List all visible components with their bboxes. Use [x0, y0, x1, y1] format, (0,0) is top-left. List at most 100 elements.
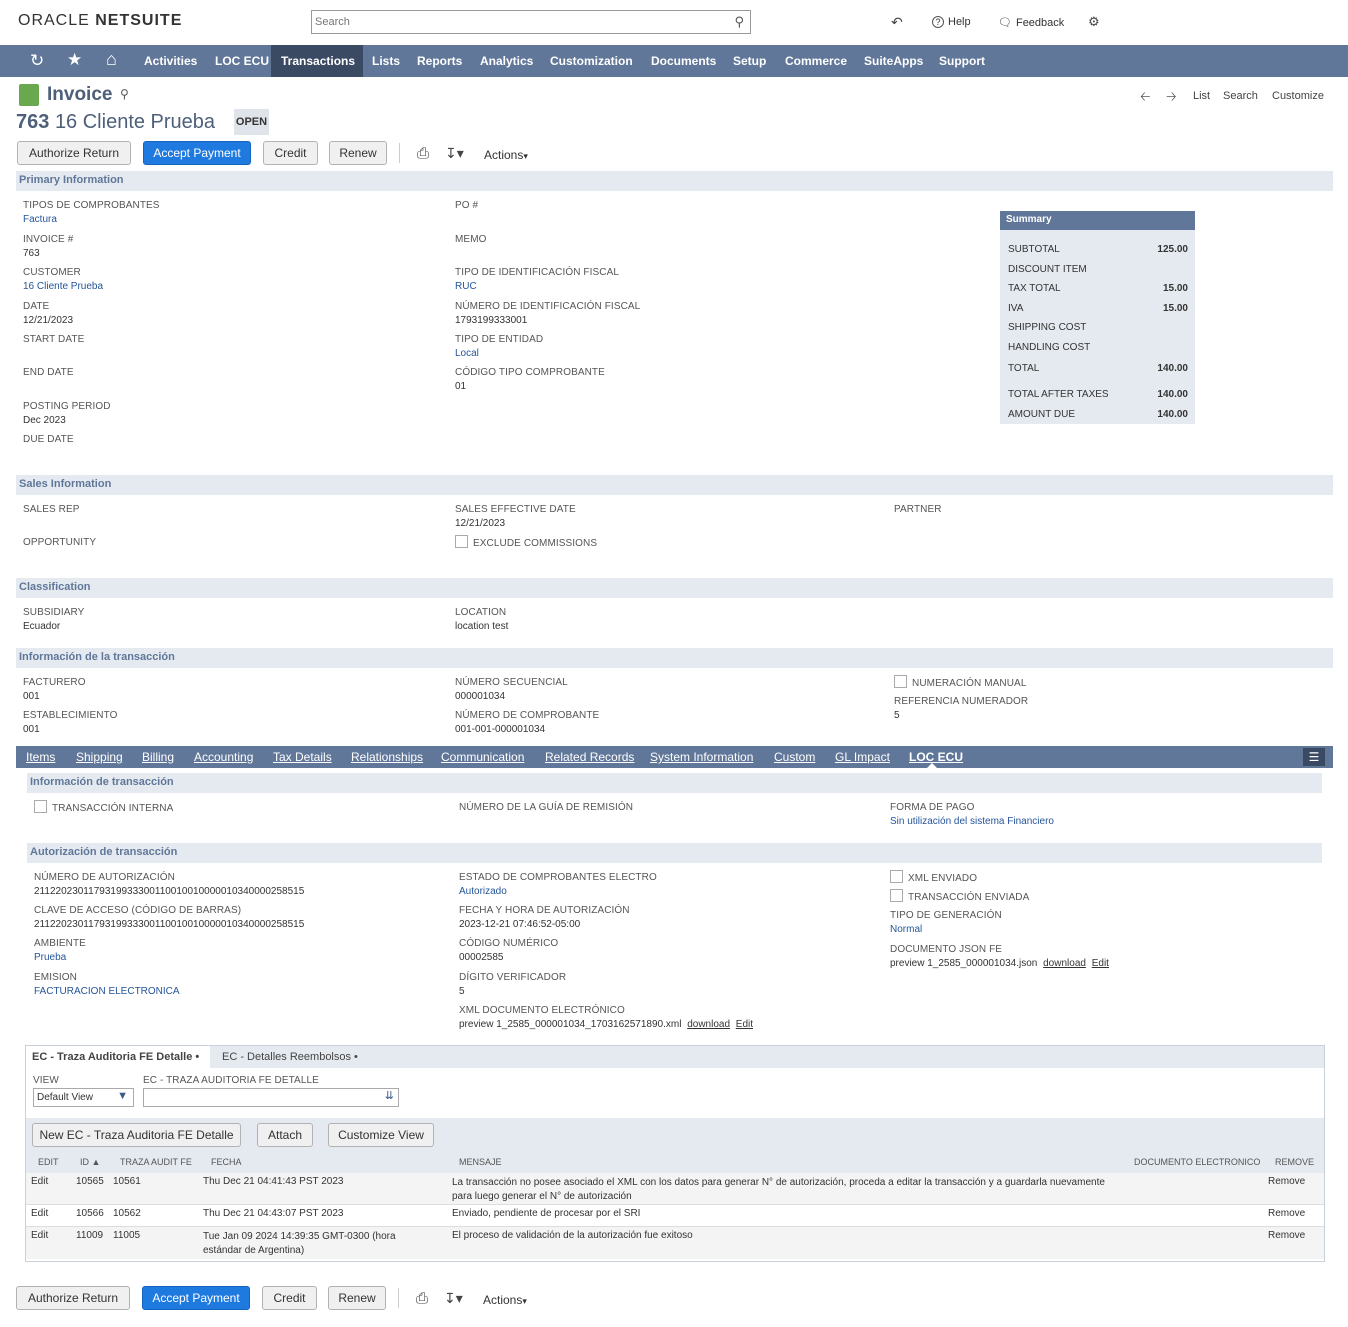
tab-items[interactable]: Items	[26, 746, 55, 768]
sublist-tab-traza[interactable]: EC - Traza Auditoria FE Detalle •	[26, 1046, 210, 1069]
attach-button[interactable]: Attach	[257, 1123, 313, 1147]
renew-button-bottom[interactable]: Renew	[328, 1286, 386, 1310]
xml-download-link[interactable]: download	[687, 1019, 730, 1030]
row-edit-link[interactable]: Edit	[31, 1176, 48, 1187]
netsuite-logo[interactable]: ORACLE NETSUITE	[18, 12, 182, 30]
tab-gl-impact[interactable]: GL Impact	[835, 746, 890, 768]
col-fecha[interactable]: FECHA	[211, 1151, 242, 1173]
tab-system-information[interactable]: System Information	[650, 746, 753, 768]
credit-button-bottom[interactable]: Credit	[262, 1286, 317, 1310]
nav-customization[interactable]: Customization	[550, 45, 633, 77]
authorize-return-button[interactable]: Authorize Return	[17, 141, 131, 165]
renew-button[interactable]: Renew	[329, 141, 387, 165]
feedback-link[interactable]: 🗨 Feedback	[998, 16, 1064, 29]
row-edit-link[interactable]: Edit	[31, 1208, 48, 1219]
nav-setup[interactable]: Setup	[733, 45, 766, 77]
numeracion-manual-checkbox[interactable]	[894, 675, 907, 689]
tab-billing[interactable]: Billing	[142, 746, 174, 768]
col-mensaje[interactable]: MENSAJE	[459, 1151, 502, 1173]
section-transaccion[interactable]: Información de la transacción	[16, 648, 1333, 668]
value[interactable]: RUC	[455, 281, 619, 292]
json-download-link[interactable]: download	[1043, 958, 1086, 969]
nav-documents[interactable]: Documents	[651, 45, 716, 77]
accept-payment-button-bottom[interactable]: Accept Payment	[142, 1286, 250, 1310]
tab-relationships[interactable]: Relationships	[351, 746, 423, 768]
row-remove-link[interactable]: Remove	[1268, 1176, 1305, 1187]
nav-support[interactable]: Support	[939, 45, 985, 77]
recent-records-icon[interactable]: ↶	[891, 14, 903, 31]
col-documento[interactable]: DOCUMENTO ELECTRONICO	[1134, 1151, 1260, 1173]
section-autorizacion[interactable]: Autorización de transacción	[27, 843, 1322, 863]
list-menu-icon[interactable]: ☰	[1303, 748, 1325, 766]
print-icon[interactable]: ⎙	[417, 145, 429, 162]
history-icon[interactable]: ↻	[30, 51, 44, 71]
list-link[interactable]: List	[1193, 90, 1210, 102]
xml-edit-link[interactable]: Edit	[736, 1019, 753, 1030]
row-remove-link[interactable]: Remove	[1268, 1208, 1305, 1219]
help-link[interactable]: ? Help	[932, 16, 971, 28]
value[interactable]: Normal	[890, 924, 1002, 935]
prev-record-arrow[interactable]: 🡠	[1140, 88, 1151, 110]
favorites-icon[interactable]: ★	[67, 50, 82, 70]
tab-related-records[interactable]: Related Records	[545, 746, 634, 768]
nav-suiteapps[interactable]: SuiteApps	[864, 45, 923, 77]
section-classification[interactable]: Classification	[16, 578, 1333, 598]
col-remove[interactable]: REMOVE	[1275, 1151, 1314, 1173]
search-input[interactable]	[312, 11, 722, 33]
col-id[interactable]: ID ▲	[80, 1151, 100, 1173]
exclude-commissions-checkbox[interactable]	[455, 535, 468, 549]
filter-select[interactable]: ⇊	[143, 1088, 399, 1107]
transaccion-enviada-checkbox[interactable]	[890, 889, 903, 903]
row-edit-link[interactable]: Edit	[31, 1230, 48, 1241]
nav-loc-ecu[interactable]: LOC ECU	[215, 45, 269, 77]
global-search[interactable]: ⚲	[311, 10, 751, 34]
sublist-tab-reembolsos[interactable]: EC - Detalles Reembolsos •	[222, 1046, 358, 1068]
xml-enviado-checkbox[interactable]	[890, 870, 903, 884]
download-menu-icon[interactable]: ↧▾	[444, 1290, 463, 1307]
section-primary[interactable]: Primary Information	[16, 171, 1333, 191]
tab-tax-details[interactable]: Tax Details	[273, 746, 332, 768]
tab-communication[interactable]: Communication	[441, 746, 524, 768]
nav-reports[interactable]: Reports	[417, 45, 462, 77]
credit-button[interactable]: Credit	[263, 141, 318, 165]
tab-custom[interactable]: Custom	[774, 746, 815, 768]
json-edit-link[interactable]: Edit	[1092, 958, 1109, 969]
print-icon[interactable]: ⎙	[416, 1290, 428, 1307]
view-select[interactable]: Default View ▼	[33, 1088, 134, 1107]
authorize-return-button-bottom[interactable]: Authorize Return	[16, 1286, 130, 1310]
tab-shipping[interactable]: Shipping	[76, 746, 123, 768]
new-traza-button[interactable]: New EC - Traza Auditoria FE Detalle	[32, 1123, 241, 1147]
value[interactable]: Factura	[23, 214, 160, 225]
tab-accounting[interactable]: Accounting	[194, 746, 253, 768]
col-edit[interactable]: EDIT	[38, 1151, 59, 1173]
nav-commerce[interactable]: Commerce	[785, 45, 847, 77]
section-sales[interactable]: Sales Information	[16, 475, 1333, 495]
actions-menu[interactable]: Actions▾	[484, 148, 528, 162]
value[interactable]: Autorizado	[459, 886, 657, 897]
next-record-arrow[interactable]: 🡢	[1166, 88, 1177, 110]
search-link[interactable]: Search	[1223, 90, 1258, 102]
customize-view-button[interactable]: Customize View	[328, 1123, 434, 1147]
value[interactable]: Prueba	[34, 952, 86, 963]
row-remove-link[interactable]: Remove	[1268, 1230, 1305, 1241]
col-traza[interactable]: TRAZA AUDIT FE	[120, 1151, 192, 1173]
search-icon[interactable]: ⚲	[734, 14, 744, 30]
section-info-transaccion[interactable]: Información de transacción	[27, 773, 1322, 793]
nav-analytics[interactable]: Analytics	[480, 45, 533, 77]
record-type-title: Invoice	[47, 84, 113, 105]
nav-transactions[interactable]: Transactions	[271, 45, 363, 77]
accept-payment-button[interactable]: Accept Payment	[143, 141, 251, 165]
value[interactable]: Local	[455, 348, 543, 359]
nav-activities[interactable]: Activities	[144, 45, 197, 77]
download-menu-icon[interactable]: ↧▾	[445, 145, 464, 162]
transaccion-interna-checkbox[interactable]	[34, 800, 47, 814]
nav-lists[interactable]: Lists	[372, 45, 400, 77]
value[interactable]: 16 Cliente Prueba	[23, 281, 103, 292]
customize-link[interactable]: Customize	[1272, 90, 1324, 102]
actions-menu-bottom[interactable]: Actions▾	[483, 1293, 527, 1307]
home-icon[interactable]: ⌂	[106, 49, 117, 70]
value[interactable]: FACTURACION ELECTRONICA	[34, 986, 180, 997]
record-search-icon[interactable]: ⚲	[120, 87, 129, 101]
role-switch-icon[interactable]: ⚙	[1088, 14, 1100, 30]
value[interactable]: Sin utilización del sistema Financiero	[890, 816, 1054, 827]
